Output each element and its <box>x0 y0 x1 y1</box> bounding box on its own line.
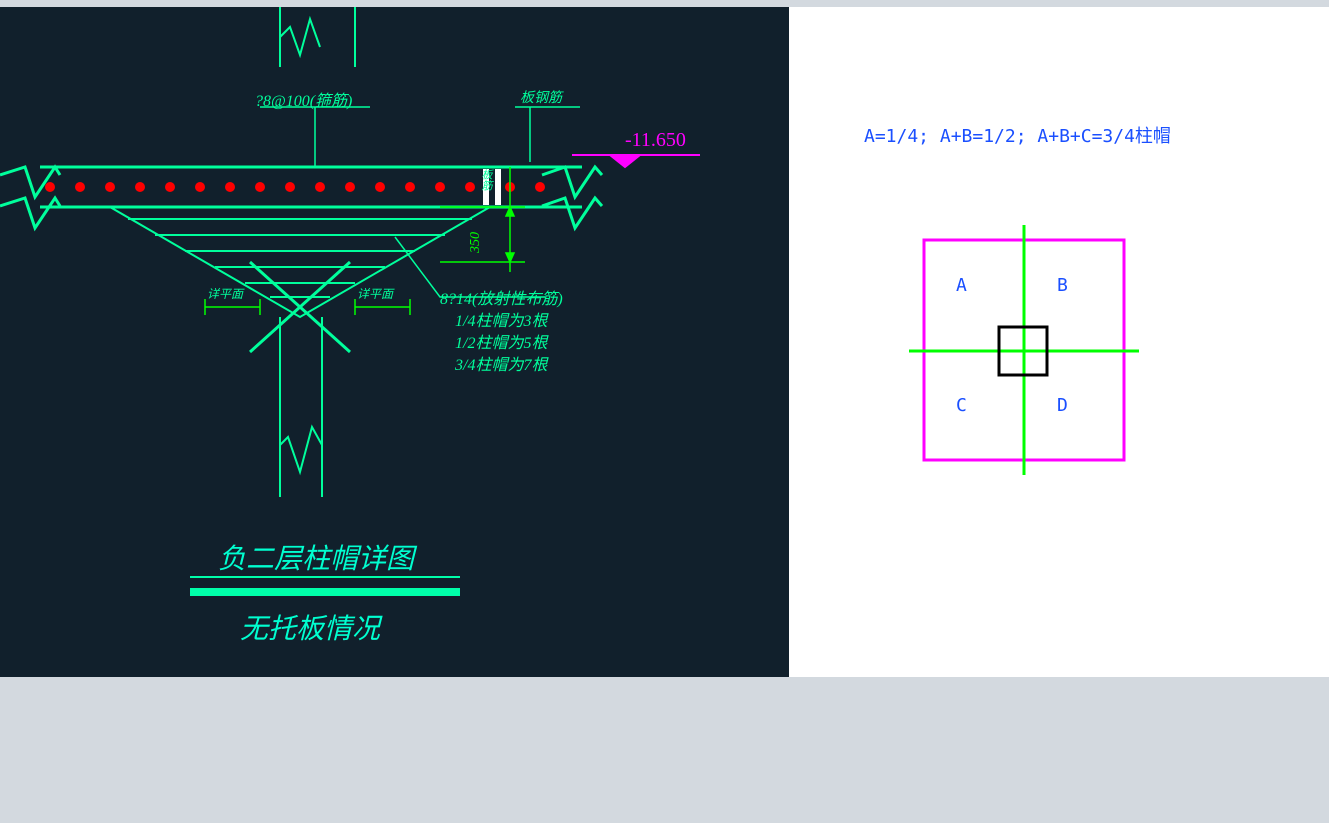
dim-350: 350 <box>468 232 484 253</box>
note-main: 8?14(放射性布筋) <box>440 285 563 309</box>
title-main: 负二层柱帽详图 <box>218 537 414 577</box>
see-plan-left: 详平面 <box>207 285 243 302</box>
note-line-2: 1/2柱帽为5根 <box>455 329 547 353</box>
slab-rebar-label: 板钢筋 <box>520 87 562 107</box>
quadrant-diagram <box>789 7 1329 677</box>
note-line-3: 3/4柱帽为7根 <box>455 351 547 375</box>
right-panel: A=1/4; A+B=1/2; A+B+C=3/4柱帽 A B C D <box>789 7 1329 677</box>
stirrup-spec: ?8@100(箍筋) <box>255 87 352 111</box>
note-line-1: 1/4柱帽为3根 <box>455 307 547 331</box>
title-sub: 无托板情况 <box>240 607 380 647</box>
level-value: -11.650 <box>625 129 686 152</box>
quad-b: B <box>1057 275 1068 296</box>
quad-d: D <box>1057 395 1068 416</box>
cad-viewport[interactable]: ?8@100(箍筋) 板钢筋 -11.650 350 详平面 详平面 板筋 8?… <box>0 7 789 677</box>
slab-label: 板筋 <box>478 169 494 191</box>
quad-a: A <box>956 275 967 296</box>
quad-c: C <box>956 395 967 416</box>
see-plan-right: 详平面 <box>357 285 393 302</box>
